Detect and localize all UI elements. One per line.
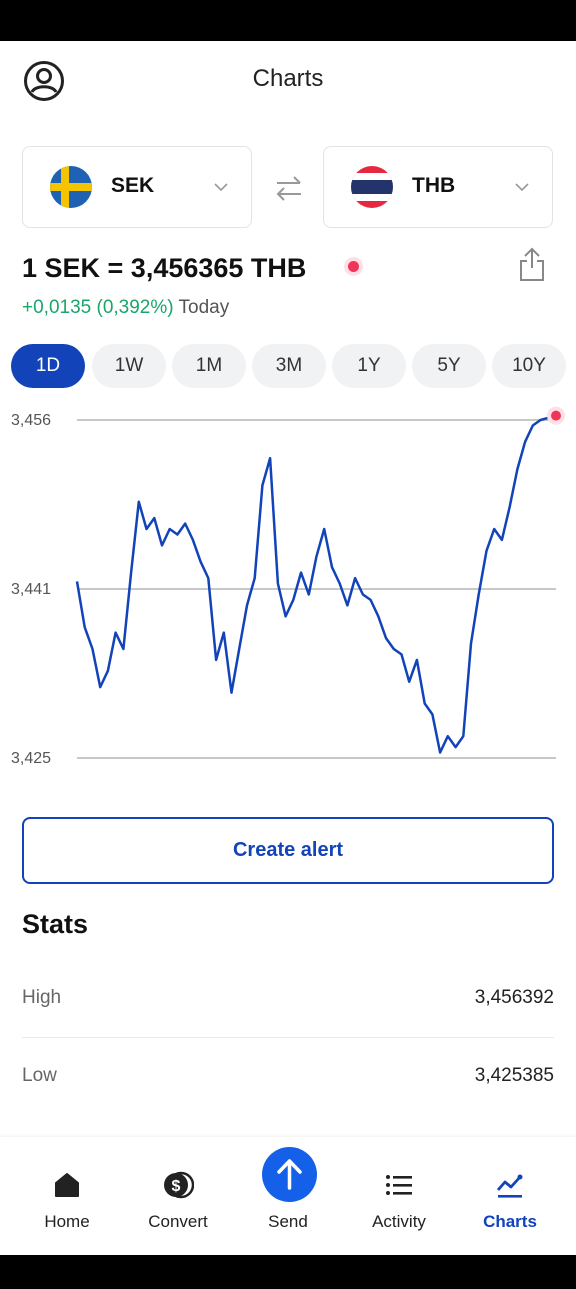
sweden-flag-icon bbox=[50, 166, 92, 208]
stats-title: Stats bbox=[22, 909, 89, 939]
tab-activity[interactable]: Activity bbox=[344, 1137, 454, 1255]
stat-row-low: Low 3,425385 bbox=[22, 1065, 554, 1105]
y-tick-label: 3,456 bbox=[11, 412, 51, 429]
svg-text:$: $ bbox=[172, 1178, 181, 1195]
share-button[interactable] bbox=[517, 246, 547, 284]
rate-change: +0,0135 (0,392%) Today bbox=[22, 297, 229, 319]
status-bar bbox=[0, 0, 576, 41]
thailand-flag-icon bbox=[351, 166, 393, 208]
stat-label: Low bbox=[22, 1065, 57, 1086]
chart-line-icon bbox=[496, 1174, 523, 1198]
rate-change-value: +0,0135 (0,392%) bbox=[22, 297, 174, 318]
range-1w-button[interactable]: 1W bbox=[92, 344, 166, 388]
tab-charts[interactable]: Charts bbox=[455, 1137, 565, 1255]
tab-label: Convert bbox=[148, 1212, 208, 1231]
y-tick-label: 3,441 bbox=[11, 581, 51, 598]
swap-arrows-icon bbox=[276, 176, 301, 201]
tab-label: Send bbox=[268, 1212, 308, 1231]
range-5y-button[interactable]: 5Y bbox=[412, 344, 486, 388]
page-title: Charts bbox=[252, 65, 324, 92]
to-currency-selector[interactable]: THB bbox=[323, 146, 553, 228]
tab-label: Charts bbox=[483, 1212, 537, 1231]
send-button[interactable] bbox=[262, 1147, 317, 1202]
range-1d-button[interactable]: 1D bbox=[11, 344, 85, 388]
stat-row-high: High 3,456392 bbox=[22, 987, 554, 1027]
arrow-up-icon bbox=[277, 1159, 302, 1190]
chevron-down-icon bbox=[515, 183, 529, 192]
rate-chart[interactable]: 3,456 3,441 3,425 bbox=[0, 400, 576, 780]
y-tick-label: 3,425 bbox=[11, 750, 51, 767]
range-1y-button[interactable]: 1Y bbox=[332, 344, 406, 388]
range-3m-button[interactable]: 3M bbox=[252, 344, 326, 388]
tab-convert[interactable]: $ Convert bbox=[123, 1137, 233, 1255]
list-icon bbox=[386, 1175, 412, 1195]
stat-value: 3,456392 bbox=[474, 987, 554, 1008]
create-alert-button[interactable]: Create alert bbox=[22, 817, 554, 884]
from-currency-code: SEK bbox=[111, 174, 155, 197]
range-1m-button[interactable]: 1M bbox=[172, 344, 246, 388]
tab-home[interactable]: Home bbox=[12, 1137, 122, 1255]
header: Charts bbox=[0, 41, 576, 121]
live-indicator-dot bbox=[348, 261, 359, 272]
range-10y-button[interactable]: 10Y bbox=[492, 344, 566, 388]
swap-currencies-button[interactable] bbox=[271, 170, 307, 206]
stat-label: High bbox=[22, 987, 62, 1008]
rate-change-period: Today bbox=[178, 297, 230, 318]
exchange-rate: 1 SEK = 3,456365 THB bbox=[22, 253, 307, 283]
to-currency-code: THB bbox=[412, 174, 456, 197]
stat-value: 3,425385 bbox=[474, 1065, 554, 1086]
dollar-coin-icon: $ bbox=[164, 1171, 194, 1199]
current-point bbox=[551, 410, 561, 421]
share-icon bbox=[520, 247, 544, 281]
system-nav-bar bbox=[0, 1255, 576, 1289]
series-line bbox=[75, 414, 557, 754]
home-icon bbox=[55, 1173, 79, 1197]
from-currency-selector[interactable]: SEK bbox=[22, 146, 252, 228]
tab-label: Home bbox=[44, 1212, 90, 1231]
time-range-selector: 1D 1W 1M 3M 1Y 5Y 10Y bbox=[11, 344, 571, 388]
tab-label: Activity bbox=[372, 1212, 426, 1231]
divider bbox=[22, 1037, 554, 1038]
chevron-down-icon bbox=[214, 183, 228, 192]
